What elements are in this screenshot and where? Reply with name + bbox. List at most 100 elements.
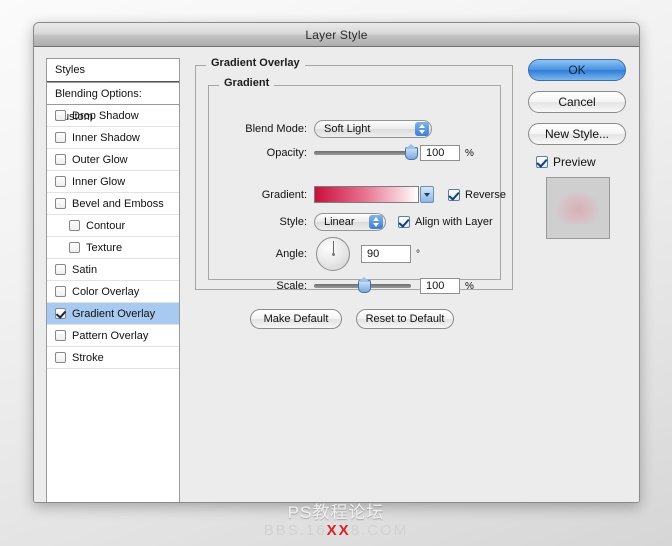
opacity-input[interactable]: 100 (420, 145, 460, 161)
new-style-button[interactable]: New Style... (528, 123, 626, 145)
watermark-line-2-suffix: 8.COM (350, 522, 409, 539)
scale-slider-thumb[interactable] (358, 277, 372, 293)
preview-label: Preview (553, 155, 596, 169)
style-row-label: Texture (86, 241, 123, 254)
style-row-texture[interactable]: Texture (47, 237, 179, 259)
align-with-layer-checkbox[interactable] (398, 216, 410, 228)
gradient-label: Gradient: (261, 188, 307, 201)
gradient-picker-button[interactable] (420, 186, 434, 203)
style-row-label: Contour (86, 219, 126, 232)
opacity-row: Opacity: 100 % (234, 144, 474, 161)
chevron-updown-icon[interactable] (415, 122, 429, 136)
style-row-checkbox[interactable] (69, 220, 80, 231)
reverse-checkbox[interactable] (448, 188, 460, 201)
preview-thumbnail-content (557, 192, 599, 224)
style-row-label: Pattern Overlay (72, 329, 149, 342)
dialog-actions: OK Cancel New Style... Preview (528, 59, 628, 239)
style-row-inner-shadow[interactable]: Inner Shadow (47, 127, 179, 149)
scale-input[interactable]: 100 (420, 278, 460, 294)
reset-to-default-button[interactable]: Reset to Default (356, 309, 454, 329)
gradient-preview-swatch[interactable] (314, 186, 419, 203)
style-row-gradient-overlay[interactable]: Gradient Overlay (47, 303, 179, 325)
style-row-inner-glow[interactable]: Inner Glow (47, 171, 179, 193)
styles-list-panel: Styles Blending Options: Custom Drop Sha… (46, 58, 180, 502)
opacity-value: 100 (426, 147, 445, 159)
scale-row: Scale: 100 % (234, 277, 474, 294)
style-row: Style: Linear Align with Layer (234, 213, 493, 231)
style-row-checkbox[interactable] (55, 286, 66, 297)
ok-button[interactable]: OK (528, 59, 626, 81)
watermark-line-2-highlight: XX (326, 522, 351, 539)
angle-input[interactable]: 90 (361, 245, 411, 263)
preview-checkbox-row[interactable]: Preview (536, 155, 628, 169)
make-default-button[interactable]: Make Default (250, 309, 342, 329)
style-row-stroke[interactable]: Stroke (47, 347, 179, 369)
blending-options-row[interactable]: Blending Options: Custom (47, 82, 179, 123)
watermark-line-2-prefix: BBS.16 (263, 522, 327, 539)
scale-value: 100 (426, 280, 445, 292)
style-row-label: Inner Shadow (72, 131, 140, 144)
opacity-slider-thumb[interactable] (405, 144, 418, 160)
gradient-overlay-group-title: Gradient Overlay (206, 57, 305, 69)
style-row-checkbox[interactable] (55, 308, 66, 319)
preview-checkbox[interactable] (536, 156, 548, 168)
style-row-checkbox[interactable] (55, 110, 66, 121)
style-row-checkbox[interactable] (55, 330, 66, 341)
styles-header: Styles (47, 59, 179, 82)
align-with-layer-row[interactable]: Align with Layer (398, 216, 493, 228)
angle-value: 90 (367, 248, 380, 260)
reverse-checkbox-row[interactable]: Reverse (448, 188, 506, 201)
style-row-label: Drop Shadow (72, 109, 139, 122)
blend-mode-value: Soft Light (324, 123, 371, 135)
opacity-label: Opacity: (266, 147, 307, 159)
style-row-checkbox[interactable] (55, 132, 66, 143)
dialog-body: Styles Blending Options: Custom Drop Sha… (34, 47, 639, 502)
style-row-color-overlay[interactable]: Color Overlay (47, 281, 179, 303)
style-value: Linear (324, 216, 355, 228)
window-titlebar: Layer Style (34, 23, 639, 47)
reverse-label: Reverse (465, 188, 506, 201)
opacity-slider-track (314, 151, 411, 155)
style-row-contour[interactable]: Contour (47, 215, 179, 237)
angle-dial-hub (331, 252, 335, 256)
style-row-pattern-overlay[interactable]: Pattern Overlay (47, 325, 179, 347)
style-row-checkbox[interactable] (69, 242, 80, 253)
style-row-label: Color Overlay (72, 285, 140, 298)
style-row-outer-glow[interactable]: Outer Glow (47, 149, 179, 171)
style-row-checkbox[interactable] (55, 264, 66, 275)
gradient-subgroup-title: Gradient (219, 77, 275, 89)
scale-unit: % (465, 280, 474, 292)
cancel-button[interactable]: Cancel (528, 91, 626, 113)
blend-mode-label: Blend Mode: (245, 123, 307, 135)
layer-style-dialog: Layer Style Styles Blending Options: Cus… (33, 22, 640, 503)
style-row-checkbox[interactable] (55, 352, 66, 363)
watermark: PS教程论坛 BBS.16XX8.COM (0, 498, 672, 539)
preview-thumbnail (546, 177, 610, 239)
opacity-unit: % (465, 147, 474, 159)
scale-slider[interactable] (314, 277, 411, 293)
style-row-label: Gradient Overlay (72, 307, 156, 320)
style-select[interactable]: Linear (314, 213, 386, 231)
style-row-checkbox[interactable] (55, 176, 66, 187)
watermark-line-2: BBS.16XX8.COM (0, 522, 672, 539)
scale-label: Scale: (276, 280, 307, 292)
style-row-label: Satin (72, 263, 98, 276)
angle-label: Angle: (275, 248, 307, 260)
style-row-label: Bevel and Emboss (72, 197, 164, 210)
angle-unit: ° (416, 248, 420, 260)
align-with-layer-label: Align with Layer (415, 216, 493, 228)
style-row-checkbox[interactable] (55, 198, 66, 209)
opacity-slider[interactable] (314, 144, 418, 160)
style-row-checkbox[interactable] (55, 154, 66, 165)
styles-rows: Drop Shadow Inner Shadow Outer Glow Inner G… (47, 105, 179, 369)
style-row-satin[interactable]: Satin (47, 259, 179, 281)
gradient-row: Gradient: Reverse (234, 186, 506, 203)
style-row-label: Stroke (72, 351, 104, 364)
angle-row: Angle: 90 ° (234, 237, 420, 271)
angle-dial[interactable] (316, 237, 350, 271)
chevron-updown-icon-style[interactable] (369, 215, 383, 229)
style-row-label: Inner Glow (72, 175, 126, 188)
style-row-bevel-and-emboss[interactable]: Bevel and Emboss (47, 193, 179, 215)
blend-mode-select[interactable]: Soft Light (314, 120, 432, 138)
style-row-label: Outer Glow (72, 153, 128, 166)
